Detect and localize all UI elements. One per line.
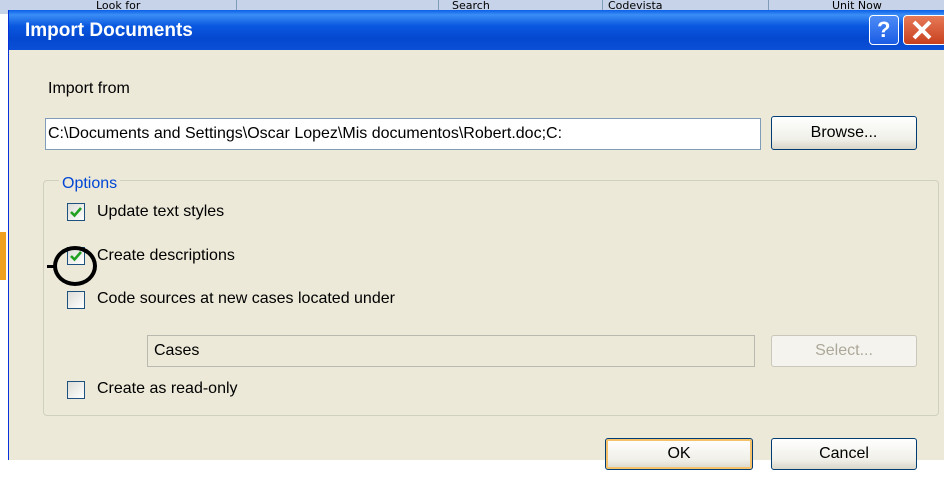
help-button[interactable]: ? — [869, 15, 899, 45]
annotation-mark — [47, 265, 57, 268]
cases-location-input: Cases — [147, 335, 755, 367]
select-button: Select... — [771, 335, 917, 367]
options-group-label: Options — [59, 176, 121, 192]
import-documents-dialog: Import Documents ? Import from C:\Docume… — [8, 10, 944, 470]
browse-button[interactable]: Browse... — [771, 116, 917, 150]
create-read-only-label: Create as read-only — [97, 380, 238, 397]
close-icon — [912, 20, 932, 40]
cancel-button[interactable]: Cancel — [771, 438, 917, 470]
create-read-only-checkbox[interactable] — [67, 381, 85, 399]
import-from-label: Import from — [48, 80, 130, 97]
ok-button[interactable]: OK — [605, 438, 753, 470]
title-bar[interactable]: Import Documents ? — [9, 10, 944, 50]
check-mark-icon — [70, 207, 82, 218]
update-text-styles-label: Update text styles — [97, 203, 225, 220]
create-descriptions-label: Create descriptions — [97, 247, 235, 264]
code-sources-label: Code sources at new cases located under — [97, 290, 395, 307]
dialog-title: Import Documents — [25, 20, 193, 41]
background-window-edge — [0, 232, 6, 280]
close-button[interactable] — [903, 15, 944, 45]
update-text-styles-checkbox[interactable] — [67, 203, 85, 221]
annotation-circle — [53, 246, 97, 286]
code-sources-checkbox[interactable] — [67, 291, 85, 309]
import-path-input[interactable]: C:\Documents and Settings\Oscar Lopez\Mi… — [45, 118, 761, 150]
help-icon: ? — [877, 17, 891, 42]
